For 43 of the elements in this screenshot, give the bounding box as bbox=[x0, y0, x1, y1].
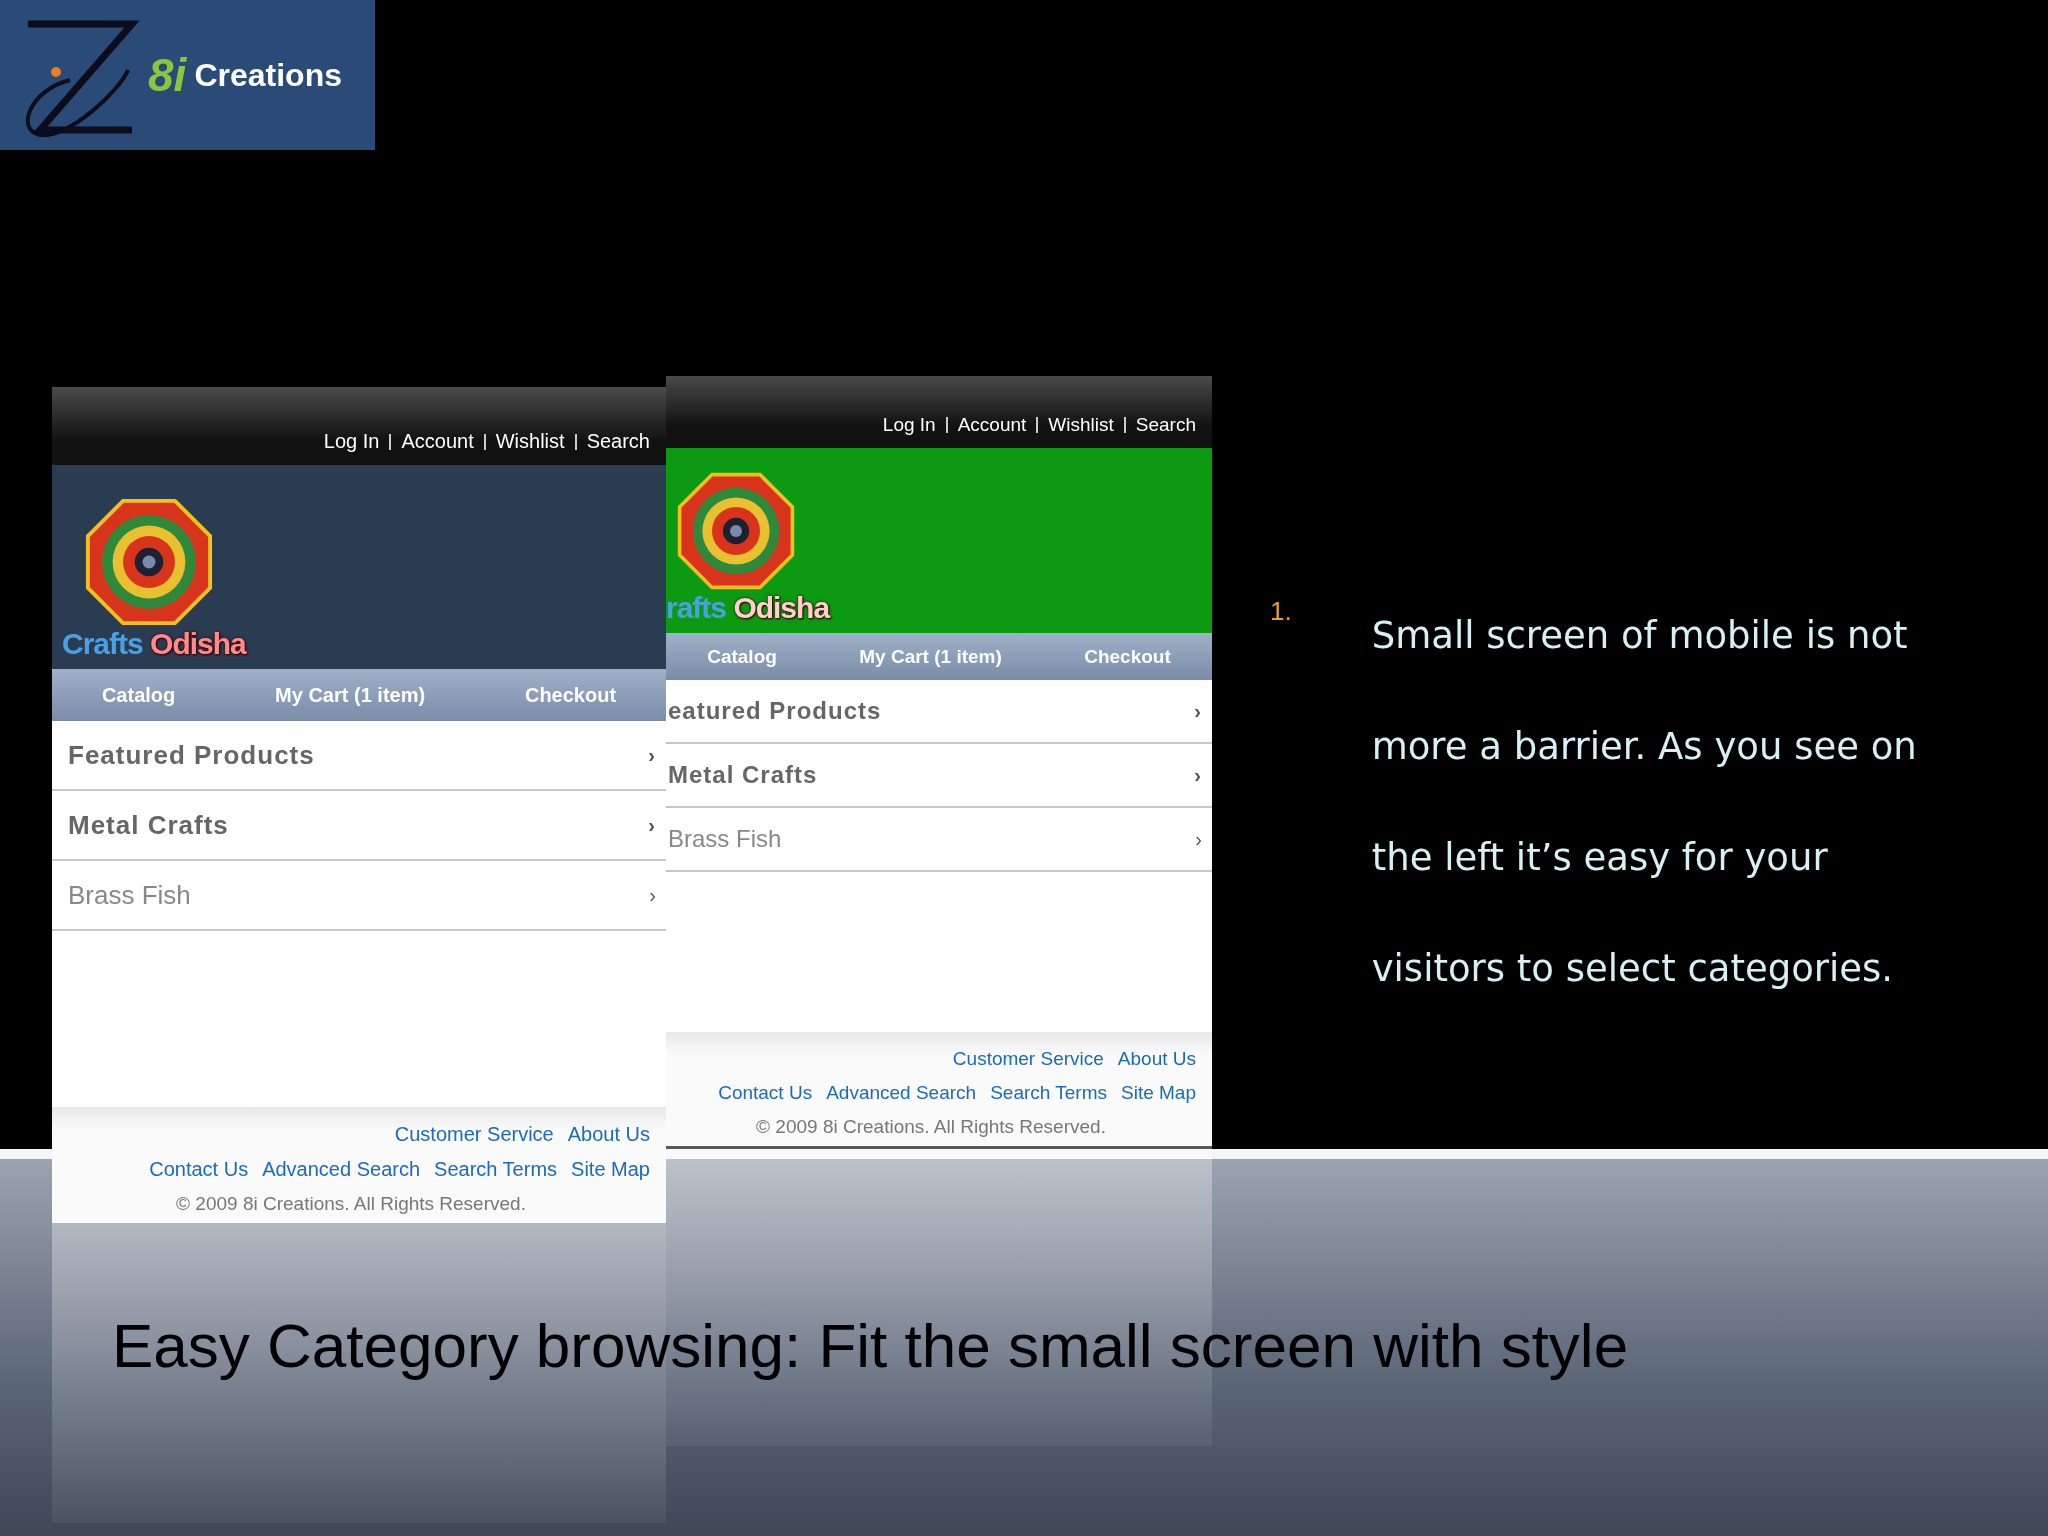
nav-link[interactable]: Catalog bbox=[707, 645, 777, 668]
nav-link[interactable]: Checkout bbox=[1084, 645, 1171, 668]
footer-link[interactable]: Customer Service bbox=[952, 1048, 1104, 1070]
nav-link[interactable]: Catalog bbox=[101, 683, 176, 707]
top-link[interactable]: Wishlist bbox=[1048, 414, 1114, 436]
category-row[interactable]: eatured Products › bbox=[666, 680, 1212, 744]
footer-link[interactable]: Site Map bbox=[571, 1158, 650, 1181]
brand-name: Crafts Odisha bbox=[62, 627, 248, 661]
nav-link[interactable]: My Cart (1 item) bbox=[275, 683, 426, 707]
copyright-text: © 2009 8i Creations. All Rights Reserved. bbox=[176, 1193, 526, 1215]
footer-link[interactable]: Advanced Search bbox=[262, 1158, 421, 1181]
top-link[interactable]: Account bbox=[401, 430, 474, 453]
bullet-text: Small screen of mobile is not more a barrier. As you see on the left it’s easy for your visitors to select categories. bbox=[1371, 613, 1918, 992]
category-row[interactable]: Brass Fish › bbox=[666, 808, 1212, 872]
footer-link[interactable]: Customer Service bbox=[394, 1123, 554, 1146]
footer-link[interactable]: About Us bbox=[567, 1123, 650, 1146]
mandala-logo-icon bbox=[676, 471, 796, 591]
category-row[interactable]: Metal Crafts › bbox=[666, 744, 1212, 808]
category-row[interactable]: Metal Crafts › bbox=[52, 791, 666, 861]
mandala-logo-icon bbox=[84, 497, 214, 627]
category-row[interactable]: Featured Products › bbox=[52, 721, 666, 791]
footer-link[interactable]: Contact Us bbox=[718, 1082, 813, 1104]
nav-link[interactable]: My Cart (1 item) bbox=[859, 645, 1002, 668]
logo-name: Creations bbox=[194, 56, 342, 94]
footer-link[interactable]: Search Terms bbox=[990, 1082, 1107, 1104]
brand-name: rafts Odisha bbox=[666, 591, 831, 625]
logo-mark: 8i bbox=[148, 48, 187, 102]
top-link[interactable]: Search bbox=[1135, 414, 1196, 436]
footer-link[interactable]: Search Terms bbox=[434, 1158, 558, 1181]
category-row[interactable]: Brass Fish › bbox=[52, 861, 666, 931]
copyright-text: © 2009 8i Creations. All Rights Reserved. bbox=[756, 1116, 1106, 1138]
footer-link[interactable]: About Us bbox=[1117, 1048, 1196, 1070]
top-link[interactable]: Search bbox=[586, 430, 650, 453]
footer-link[interactable]: Advanced Search bbox=[826, 1082, 977, 1104]
top-link[interactable]: Log In bbox=[882, 414, 936, 436]
list-number: 1. bbox=[1270, 595, 1292, 628]
top-link[interactable]: Log In bbox=[323, 430, 380, 453]
slide-title: Easy Category browsing: Fit the small screen with style bbox=[112, 1310, 1629, 1381]
top-link[interactable]: Account bbox=[957, 414, 1027, 436]
nav-link[interactable]: Checkout bbox=[524, 683, 617, 707]
footer-link[interactable]: Contact Us bbox=[149, 1158, 249, 1181]
top-link[interactable]: Wishlist bbox=[495, 430, 565, 453]
footer-link[interactable]: Site Map bbox=[1121, 1082, 1196, 1104]
